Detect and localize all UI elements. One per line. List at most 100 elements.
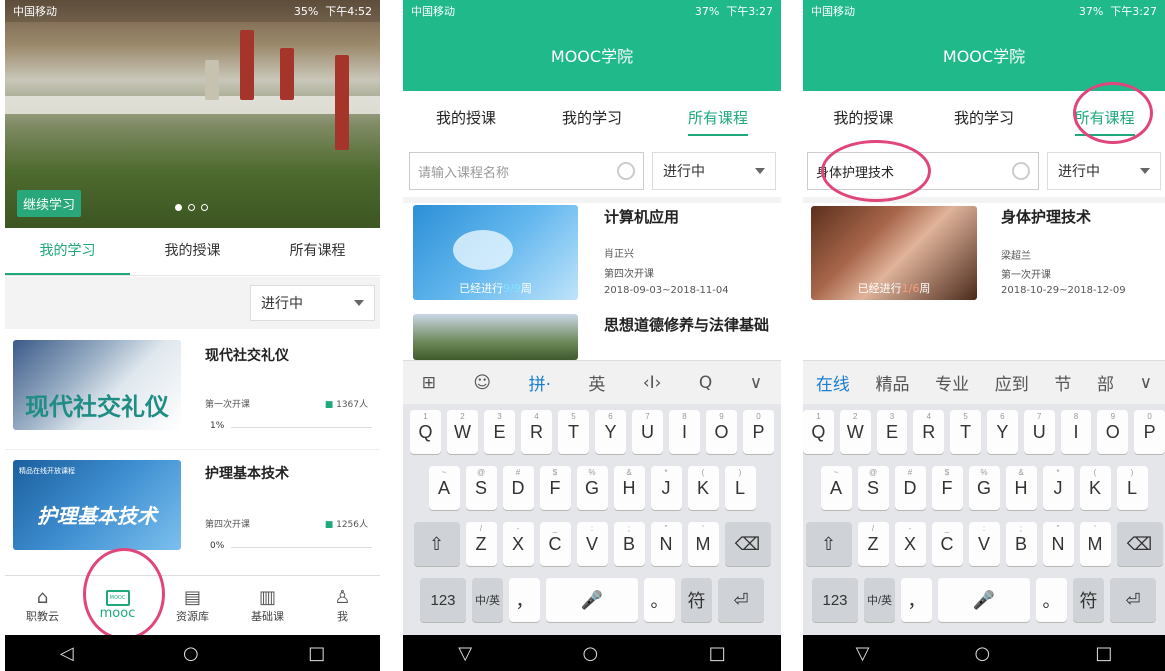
hero-banner[interactable]: 中国移动 35% 下午4:52 继续学习 [5, 0, 380, 228]
keyboard-key[interactable]: ; B [613, 522, 645, 566]
status-filter-select[interactable]: 进行中 [1047, 152, 1161, 190]
course-search-input[interactable]: 身体护理技术 [807, 152, 1039, 190]
keyboard-key[interactable]: 8I [669, 410, 700, 454]
keyboard-key[interactable]: ) L [724, 466, 756, 510]
keyboard-key[interactable]: :V [576, 522, 608, 566]
keyboard-key[interactable]: 8I [1060, 410, 1092, 454]
keyboard-key[interactable]: 0P [743, 410, 774, 454]
enter-key[interactable]: ⏎ [1110, 578, 1156, 622]
keyboard-key[interactable]: 4R [913, 410, 945, 454]
search-icon[interactable]: Q [699, 373, 712, 393]
recents-icon[interactable]: □ [308, 643, 325, 664]
emoji-icon[interactable]: ☺ [473, 373, 491, 393]
symbol-key[interactable]: 符 [681, 578, 712, 622]
keyboard-key[interactable]: @ S [465, 466, 497, 510]
keyboard-key[interactable]: 9O [1097, 410, 1129, 454]
keyboard-key[interactable]: 7U [1023, 410, 1055, 454]
nav-item-me[interactable]: ♙ 我 [305, 576, 380, 635]
keyboard-key[interactable]: @ S [857, 466, 889, 510]
candidate-word[interactable]: 精品 [875, 370, 909, 395]
english-mode[interactable]: 英 [588, 370, 605, 395]
keyboard-key[interactable]: ; B [1005, 522, 1037, 566]
shift-key[interactable]: ⇧ [805, 522, 852, 566]
keyboard-key[interactable]: / Z [857, 522, 889, 566]
course-card[interactable]: 精品在线开放课程 护理基本技术 护理基本技术 第四次开课 1256人 0% [5, 455, 380, 570]
keyboard-key[interactable]: ' M [1079, 522, 1111, 566]
keyboard-key[interactable]: # D [894, 466, 926, 510]
keyboard-key[interactable]: -X [894, 522, 926, 566]
keyboard-key[interactable]: _ C [539, 522, 571, 566]
keyboard-key[interactable]: * J [1042, 466, 1074, 510]
comma-key[interactable]: ， [509, 578, 540, 622]
recents-icon[interactable]: □ [1095, 643, 1112, 664]
tab-all-courses[interactable]: 所有课程 [655, 91, 781, 145]
keyboard-key[interactable]: & H [1005, 466, 1037, 510]
recents-icon[interactable]: □ [709, 643, 726, 664]
course-search-input[interactable]: 请输入课程名称 [409, 152, 644, 190]
keyboard-key[interactable]: 6Y [987, 410, 1018, 454]
keyboard-key[interactable]: 2W [447, 410, 478, 454]
keyboard-key[interactable]: ~ A [820, 466, 852, 510]
keyboard-key[interactable]: ) L [1116, 466, 1148, 510]
home-button-icon[interactable]: ○ [583, 643, 599, 664]
keyboard-key[interactable]: 9O [706, 410, 737, 454]
keyboard-key[interactable]: " N [1042, 522, 1074, 566]
status-filter-select[interactable]: 进行中 [652, 152, 776, 190]
keyboard-key[interactable]: / Z [465, 522, 497, 566]
nav-item-resources[interactable]: ▤ 资源库 [155, 576, 230, 635]
language-switch-key[interactable]: 中/英 [864, 578, 895, 622]
candidate-word[interactable]: 部 [1097, 370, 1114, 395]
carousel-dot[interactable] [201, 204, 208, 211]
period-key[interactable]: 。 [1036, 578, 1067, 622]
tab-all-courses[interactable]: 所有课程 [1044, 91, 1165, 145]
keyboard-key[interactable]: -X [502, 522, 534, 566]
home-button-icon[interactable]: ○ [975, 643, 991, 664]
tab-all-courses[interactable]: 所有课程 [255, 228, 380, 275]
tab-my-teaching[interactable]: 我的授课 [130, 228, 255, 275]
keyboard-key[interactable]: :V [968, 522, 1000, 566]
keyboard-key[interactable]: (K [1079, 466, 1111, 510]
keyboard-key[interactable]: 1Q [803, 410, 834, 454]
tab-my-learning[interactable]: 我的学习 [924, 91, 1045, 145]
keyboard-key[interactable]: 5T [558, 410, 589, 454]
keyboard-key[interactable]: 0P [1134, 410, 1165, 454]
backspace-key[interactable]: ⌫ [724, 522, 771, 566]
space-key[interactable]: 🎤 [546, 578, 638, 622]
candidate-word[interactable]: 在线 [816, 370, 850, 395]
search-icon[interactable] [617, 162, 635, 180]
number-mode-key[interactable]: 123 [812, 578, 858, 622]
keyboard-key[interactable]: 3E [484, 410, 515, 454]
enter-key[interactable]: ⏎ [718, 578, 764, 622]
keyboard-key[interactable]: 2W [839, 410, 871, 454]
status-filter-select[interactable]: 进行中 [250, 285, 375, 321]
candidate-word[interactable]: 应到 [995, 370, 1029, 395]
symbol-key[interactable]: 符 [1073, 578, 1104, 622]
collapse-icon[interactable]: ∨ [750, 373, 762, 393]
backspace-key[interactable]: ⌫ [1116, 522, 1163, 566]
candidate-word[interactable]: 节 [1054, 370, 1071, 395]
keyboard-key[interactable]: 5T [950, 410, 981, 454]
keyboard-key[interactable]: (K [687, 466, 719, 510]
keyboard-key[interactable]: % G [576, 466, 608, 510]
keyboard-key[interactable]: 1Q [410, 410, 441, 454]
carousel-dots[interactable] [175, 204, 208, 211]
keyboard-key[interactable]: % G [968, 466, 1000, 510]
cursor-icon[interactable]: ‹I› [643, 373, 662, 393]
nav-item-mooc[interactable]: MOOC mooc [80, 576, 155, 635]
tab-my-learning[interactable]: 我的学习 [529, 91, 655, 145]
nav-item-basic-courses[interactable]: ▥ 基础课 [230, 576, 305, 635]
continue-learning-button[interactable]: 继续学习 [17, 190, 82, 217]
nav-item-zhijiaoyun[interactable]: ⌂ 职教云 [5, 576, 80, 635]
number-mode-key[interactable]: 123 [420, 578, 466, 622]
keyboard-key[interactable]: # D [502, 466, 534, 510]
keyboard-key[interactable]: * J [650, 466, 682, 510]
home-button-icon[interactable]: ○ [183, 643, 199, 664]
keyboard-key[interactable]: ~ A [428, 466, 460, 510]
back-icon[interactable]: ◁ [60, 643, 74, 664]
keyboard-key[interactable]: & H [613, 466, 645, 510]
period-key[interactable]: 。 [644, 578, 675, 622]
keyboard-key[interactable]: _ C [931, 522, 963, 566]
keyboard-key[interactable]: 7U [632, 410, 663, 454]
keyboard-key[interactable]: ' M [687, 522, 719, 566]
keyboard-key[interactable]: " N [650, 522, 682, 566]
